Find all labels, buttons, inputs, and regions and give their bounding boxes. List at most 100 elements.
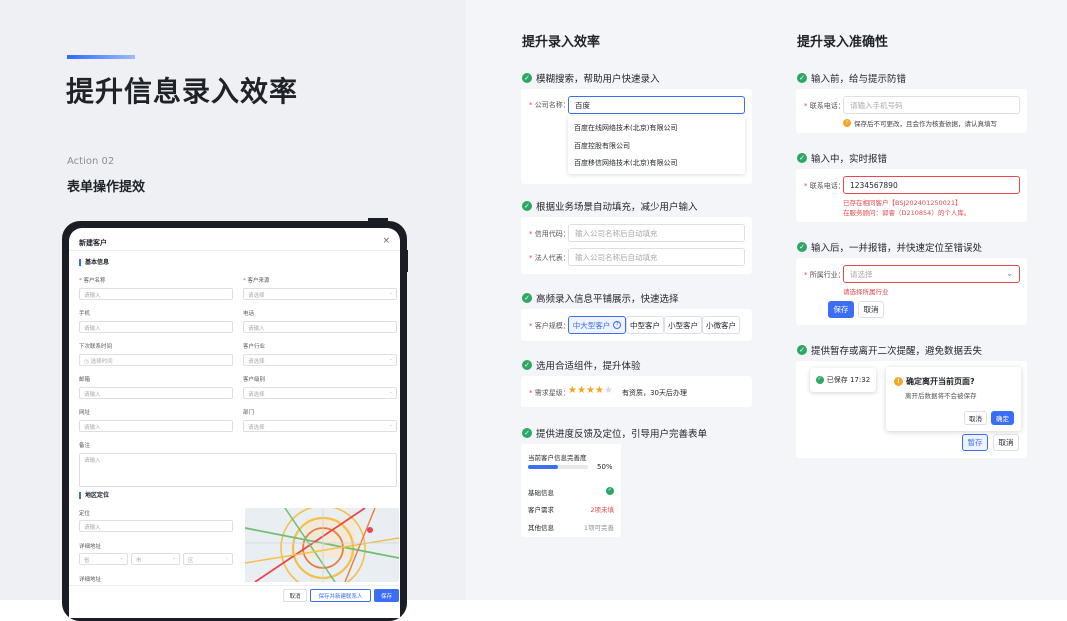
progress-row-label: 客户需求 [528, 506, 554, 514]
scale-option[interactable]: 小型客户 [664, 316, 702, 334]
dept-select[interactable]: 请选择 ⌄ [243, 420, 397, 432]
cancel-button[interactable]: 取消 [993, 434, 1019, 451]
remark-textarea[interactable]: 请输入 [79, 453, 397, 487]
phone-input[interactable]: 请输入 [79, 321, 233, 333]
efficiency-feature-4: ✓ 选用合适组件，提升体验 [522, 358, 641, 372]
dept-label: 部门 [243, 410, 255, 416]
accuracy-feature-3: ✓ 输入后，一并报错，并快速定位至错误处 [797, 240, 982, 254]
rating-text: 有资质，30天后办理 [622, 389, 687, 397]
progress-row-label: 基础信息 [528, 489, 554, 497]
phone-input[interactable]: 请输入手机号码 [843, 96, 1020, 114]
company-label: * 公司名称： [529, 101, 570, 109]
star-filled-icon[interactable]: ★ [586, 385, 595, 396]
accuracy-title: 提升录入准确性 [797, 35, 889, 50]
star-filled-icon[interactable]: ★ [568, 385, 577, 396]
confirm-desc: 离开后数据将不会被保存 [905, 392, 977, 400]
demand-label: * 需求星级： [529, 389, 570, 397]
industry-select[interactable]: 请选择 ⌄ [843, 265, 1020, 283]
check-circle-icon: ✓ [797, 345, 807, 355]
efficiency-feature-3: ✓ 高频录入信息平铺展示，快速选择 [522, 291, 679, 305]
suggestion-item[interactable]: 百度控股有限公司 [574, 141, 630, 151]
chevron-down-icon: ⌄ [388, 422, 393, 428]
phone2-label: * 联系电话： [804, 182, 845, 190]
section-region: 地区定位 [79, 492, 109, 499]
tel-label: 电话 [243, 311, 255, 317]
map-graphic [245, 508, 399, 582]
scale-option-selected[interactable]: 中大型客户? [568, 316, 626, 334]
district-select[interactable]: 区 ⌄ [183, 553, 233, 565]
city-select[interactable]: 市 ⌄ [131, 553, 180, 565]
save-and-new-contact-button[interactable]: 保存并新建联系人 [310, 589, 371, 602]
industry-label: * 所属行业： [804, 271, 845, 279]
tablet-screen: 新建客户 × 基本信息 * 客户名称 请输入 * 客户来源 请选择 ⌄ 手机 请输… [69, 228, 400, 618]
website-label: 网址 [79, 410, 91, 416]
legal-input[interactable]: 输入公司名称后自动填充 [568, 248, 745, 266]
autofill-card: * 信用代码： 输入公司名称后自动填充 * 法人代表： 输入公司名称后自动填充 [521, 217, 752, 274]
star-empty-icon[interactable]: ★ [604, 385, 613, 396]
check-circle-icon: ✓ [522, 360, 532, 370]
website-input[interactable]: 请输入 [79, 420, 233, 432]
action-label: Action 02 [67, 156, 115, 167]
suggestion-item[interactable]: 百度移信网络技术(北京)有限公司 [574, 158, 677, 168]
chevron-down-icon: ⌄ [119, 555, 124, 561]
draft-button[interactable]: 暂存 [962, 434, 988, 451]
check-circle-icon: ✓ [522, 201, 532, 211]
check-circle-icon: ✓ [797, 242, 807, 252]
scale-label: * 客户规模： [529, 322, 570, 330]
credit-input[interactable]: 输入公司名称后自动填充 [568, 224, 745, 242]
customer-name-input[interactable]: 请输入 [79, 288, 233, 300]
progress-card: 当前客户信息完善度 50% 基础信息 ✓ 客户需求 2项未填 其他信息 1项可完… [521, 444, 621, 537]
map-view[interactable] [245, 508, 399, 582]
suggestion-dropdown: 百度在线网络技术(北京)有限公司 百度控股有限公司 百度移信网络技术(北京)有限… [568, 116, 745, 174]
warning-icon: ! [843, 119, 851, 127]
next-contact-picker[interactable]: ◷ 选择时间 [79, 354, 233, 366]
chevron-down-icon: ⌄ [388, 389, 393, 395]
progress-track [528, 465, 588, 469]
phone-hint: ! 保存后不可更改，且会作为核查依据，请认真填写 [843, 118, 997, 128]
efficiency-title: 提升录入效率 [522, 35, 601, 50]
source-select[interactable]: 请选择 ⌄ [243, 288, 397, 300]
realtime-error-card: * 联系电话： 1234567890 已存在相同客户【BSJ2024012500… [796, 169, 1027, 222]
subheadline: 表单操作提效 [67, 180, 146, 195]
detail-address-label-2: 详细地址 [79, 577, 102, 583]
cancel-button[interactable]: 取消 [858, 301, 884, 318]
progress-row-status[interactable]: 2项未填 [590, 504, 614, 514]
legal-label: * 法人代表： [529, 254, 570, 262]
province-select[interactable]: 省 ⌄ [79, 553, 128, 565]
efficiency-feature-2: ✓ 根据业务场景自动填充，减少用户输入 [522, 199, 698, 213]
accuracy-feature-1: ✓ 输入前，给与提示防错 [797, 71, 906, 85]
scale-option[interactable]: 小微客户 [702, 316, 740, 334]
star-filled-icon[interactable]: ★ [595, 385, 604, 396]
confirm-ok-button[interactable]: 确定 [991, 411, 1014, 425]
check-circle-icon: ✓ [797, 73, 807, 83]
efficiency-feature-5: ✓ 提供进度反馈及定位，引导用户完善表单 [522, 426, 707, 440]
phone-label: * 联系电话： [804, 102, 845, 110]
phone-label: 手机 [79, 311, 91, 317]
scale-option[interactable]: 中型客户 [626, 316, 664, 334]
divider [69, 585, 400, 586]
save-button[interactable]: 保存 [374, 589, 399, 602]
email-label: 邮箱 [79, 377, 91, 383]
chevron-down-icon: ⌄ [171, 555, 176, 561]
email-input[interactable]: 请输入 [79, 387, 233, 399]
source-label: * 客户来源 [243, 278, 270, 284]
save-button[interactable]: 保存 [828, 301, 854, 318]
chevron-down-icon: ⌄ [388, 356, 393, 362]
tel-input[interactable]: 请输入 [243, 321, 397, 333]
phone2-input[interactable]: 1234567890 [843, 176, 1020, 194]
level-select[interactable]: 请选择 ⌄ [243, 387, 397, 399]
right-panel: 提升录入效率 ✓ 模糊搜索，帮助用户快速录入 * 公司名称： 百度 百度在线网络技… [466, 0, 1067, 600]
post-input-error-card: * 所属行业： 请选择 ⌄ 请选择所属行业 保存 取消 [796, 258, 1027, 325]
confirm-cancel-button[interactable]: 取消 [964, 411, 987, 425]
accuracy-feature-4: ✓ 提供暂存或离开二次提醒，避免数据丢失 [797, 343, 982, 357]
industry-select[interactable]: 请选择 ⌄ [243, 354, 397, 366]
progress-row-status[interactable]: 1项可完善 [584, 522, 614, 532]
suggestion-item[interactable]: 百度在线网络技术(北京)有限公司 [574, 123, 677, 133]
company-input[interactable]: 百度 [568, 96, 745, 114]
close-icon[interactable]: × [382, 236, 390, 246]
star-rating[interactable]: ★★★★★ [568, 385, 613, 396]
star-filled-icon[interactable]: ★ [577, 385, 586, 396]
locate-input[interactable]: 请输入 [79, 520, 233, 532]
cancel-button[interactable]: 取消 [283, 589, 307, 602]
locate-label: 定位 [79, 511, 91, 517]
